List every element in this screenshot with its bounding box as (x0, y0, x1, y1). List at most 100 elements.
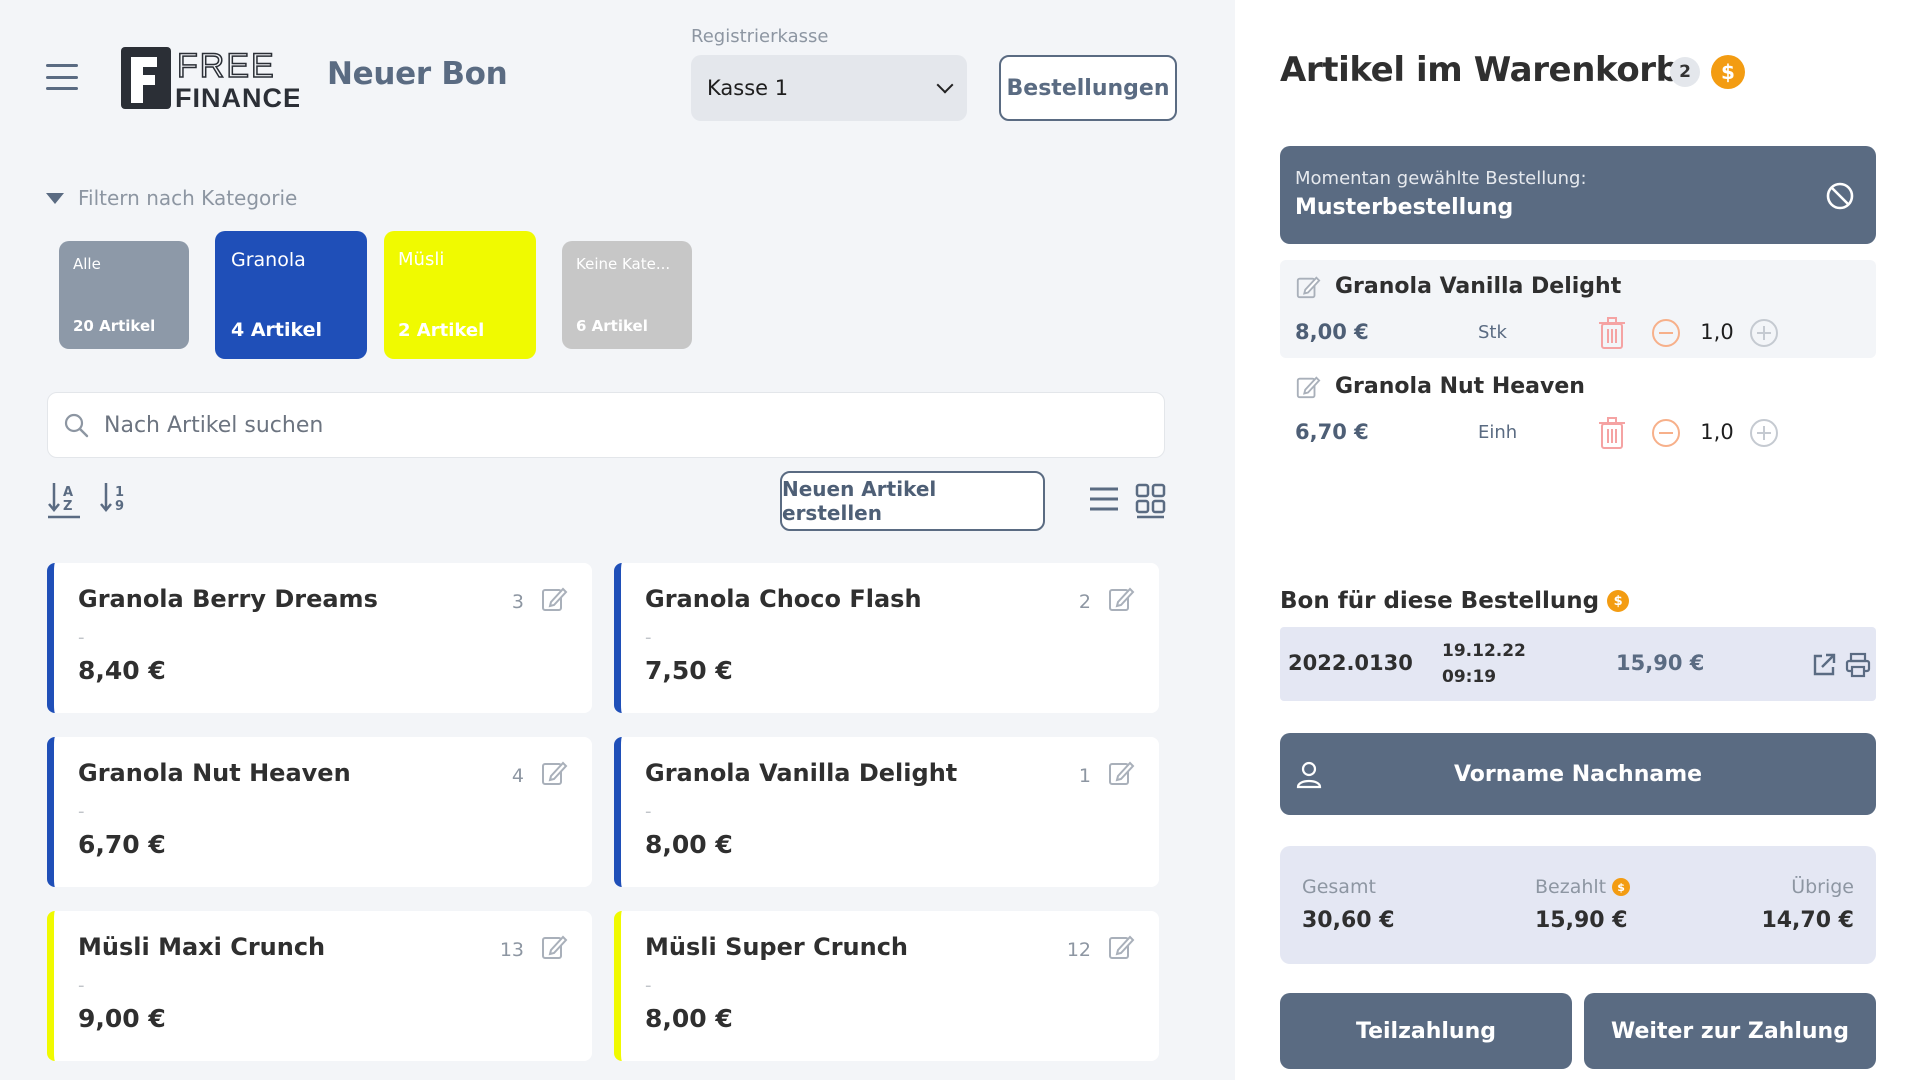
print-icon[interactable] (1844, 651, 1872, 679)
receipt-row[interactable]: 2022.0130 19.12.22 09:19 15,90 € (1280, 627, 1876, 701)
receipt-title-text: Bon für diese Bestellung (1280, 588, 1600, 614)
article-description: - (645, 975, 652, 996)
coin-icon: $ (1607, 590, 1630, 612)
category-none[interactable]: Keine Kate... 6 Artikel (562, 241, 692, 349)
logo: FREE FINANCE (121, 45, 301, 113)
svg-text:Z: Z (63, 499, 72, 514)
article-description: - (645, 801, 652, 822)
sort-numeric-icon[interactable]: 1 9 (98, 479, 134, 521)
register-select-value: Kasse 1 (707, 76, 789, 100)
receipt-section-title: Bon für diese Bestellung $ (1280, 588, 1630, 614)
total-value: 30,60 € (1302, 908, 1395, 933)
article-description: - (645, 627, 652, 648)
coin-icon: $ (1612, 878, 1631, 896)
article-card[interactable]: Granola Nut Heaven - 6,70 € 4 (47, 737, 592, 887)
category-name: Alle (73, 255, 101, 273)
register-select[interactable]: Kasse 1 (691, 55, 967, 121)
user-icon (1296, 761, 1322, 789)
paid-label-row: Bezahlt $ (1535, 876, 1631, 898)
list-view-icon[interactable] (1087, 481, 1121, 519)
category-count: 2 Artikel (398, 320, 485, 341)
article-stock: 4 (511, 765, 524, 787)
caret-down-icon (46, 192, 64, 204)
article-description: - (78, 801, 85, 822)
article-name: Müsli Maxi Crunch (78, 933, 326, 961)
chevron-down-icon (936, 76, 954, 94)
svg-text:9: 9 (115, 499, 124, 514)
total-block: Gesamt 30,60 € (1302, 876, 1395, 933)
category-name: Keine Kate... (576, 255, 671, 273)
category-name: Granola (231, 249, 306, 271)
logo-text-top: FREE (177, 47, 276, 85)
trash-icon[interactable] (1597, 416, 1627, 450)
category-filter-toggle[interactable]: Filtern nach Kategorie (46, 186, 297, 210)
article-description: - (78, 975, 85, 996)
current-order-panel: Momentan gewählte Bestellung: Musterbest… (1280, 146, 1876, 244)
article-price: 9,00 € (78, 1004, 166, 1033)
paid-value: 15,90 € (1535, 908, 1628, 933)
edit-icon[interactable] (1107, 759, 1135, 787)
partial-payment-button[interactable]: Teilzahlung (1280, 993, 1572, 1069)
category-count: 6 Artikel (576, 317, 648, 335)
article-card[interactable]: Müsli Maxi Crunch - 9,00 € 13 (47, 911, 592, 1061)
cart-item-quantity[interactable]: 1,0 (1692, 320, 1742, 344)
deselect-order-icon[interactable] (1824, 180, 1856, 212)
article-card[interactable]: Granola Berry Dreams - 8,40 € 3 (47, 563, 592, 713)
paid-label: Bezahlt (1535, 876, 1607, 898)
article-name: Müsli Super Crunch (645, 933, 909, 961)
grid-view-icon[interactable] (1134, 481, 1168, 519)
total-label: Gesamt (1302, 876, 1376, 898)
new-article-button[interactable]: Neuen Artikel erstellen (780, 471, 1045, 531)
trash-icon[interactable] (1597, 316, 1627, 350)
receipt-amount: 15,90 € (1616, 651, 1705, 675)
remaining-label: Übrige (1791, 876, 1854, 898)
current-order-label: Momentan gewählte Bestellung: (1295, 168, 1587, 189)
cart-item-price: 6,70 € (1295, 420, 1369, 444)
edit-icon[interactable] (540, 585, 568, 613)
category-musli[interactable]: Müsli 2 Artikel (384, 231, 536, 359)
category-filter-label: Filtern nach Kategorie (78, 186, 298, 210)
cart-count-badge: 2 (1670, 57, 1700, 87)
receipt-time: 09:19 (1442, 666, 1497, 687)
article-card[interactable]: Granola Choco Flash - 7,50 € 2 (614, 563, 1159, 713)
continue-payment-button[interactable]: Weiter zur Zahlung (1584, 993, 1876, 1069)
article-price: 8,00 € (645, 830, 733, 859)
article-stock: 1 (1078, 765, 1091, 787)
article-name: Granola Choco Flash (645, 585, 922, 613)
decrease-icon[interactable] (1650, 417, 1682, 449)
category-all[interactable]: Alle 20 Artikel (59, 241, 189, 349)
cart-item-price: 8,00 € (1295, 320, 1369, 344)
menu-icon[interactable] (46, 64, 78, 90)
receipt-number: 2022.0130 (1288, 651, 1413, 675)
edit-icon[interactable] (1295, 374, 1321, 400)
article-stock: 2 (1078, 591, 1091, 613)
category-granola[interactable]: Granola 4 Artikel (215, 231, 367, 359)
cart-item-name: Granola Nut Heaven (1335, 374, 1585, 399)
orders-button[interactable]: Bestellungen (999, 55, 1177, 121)
article-name: Granola Nut Heaven (78, 759, 351, 787)
article-card[interactable]: Müsli Super Crunch - 8,00 € 12 (614, 911, 1159, 1061)
category-count: 20 Artikel (73, 317, 156, 335)
svg-text:1: 1 (115, 485, 124, 500)
edit-icon[interactable] (1107, 585, 1135, 613)
receipt-date: 19.12.22 (1442, 641, 1526, 661)
search-input[interactable] (104, 412, 1004, 438)
decrease-icon[interactable] (1650, 317, 1682, 349)
increase-icon[interactable] (1748, 317, 1780, 349)
category-count: 4 Artikel (231, 319, 323, 341)
edit-icon[interactable] (540, 759, 568, 787)
customer-button[interactable]: Vorname Nachname (1280, 733, 1876, 815)
edit-icon[interactable] (1295, 274, 1321, 300)
edit-icon[interactable] (540, 933, 568, 961)
edit-icon[interactable] (1107, 933, 1135, 961)
article-price: 8,40 € (78, 656, 166, 685)
article-card[interactable]: Granola Vanilla Delight - 8,00 € 1 (614, 737, 1159, 887)
svg-text:A: A (63, 485, 73, 500)
cart-item-quantity[interactable]: 1,0 (1692, 420, 1742, 444)
remaining-block: Übrige 14,70 € (1761, 876, 1854, 933)
sort-alpha-icon[interactable]: A Z (46, 479, 82, 521)
article-name: Granola Vanilla Delight (645, 759, 958, 787)
receipt-datetime: 19.12.22 09:19 (1442, 639, 1526, 690)
increase-icon[interactable] (1748, 417, 1780, 449)
open-external-icon[interactable] (1810, 651, 1838, 679)
